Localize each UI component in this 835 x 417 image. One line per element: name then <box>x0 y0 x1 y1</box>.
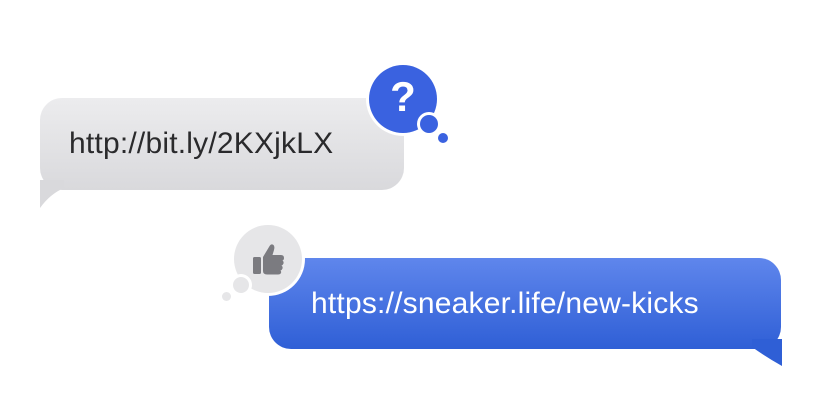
outgoing-message-text[interactable]: https://sneaker.life/new-kicks <box>311 287 699 321</box>
tapback-tail-dot <box>233 277 249 293</box>
tapback-tail-dot <box>222 292 231 301</box>
outgoing-bubble-tail <box>752 339 782 366</box>
incoming-message-text[interactable]: http://bit.ly/2KXjkLX <box>69 127 333 161</box>
incoming-message-bubble[interactable]: http://bit.ly/2KXjkLX <box>40 98 404 190</box>
tapback-tail-dot <box>438 133 448 143</box>
tapback-tail-dot <box>420 115 438 133</box>
thumbs-up-icon <box>253 244 284 275</box>
question-mark-icon: ? <box>390 73 416 120</box>
incoming-bubble-tail <box>40 180 64 208</box>
outgoing-message-bubble[interactable]: https://sneaker.life/new-kicks <box>269 258 781 349</box>
